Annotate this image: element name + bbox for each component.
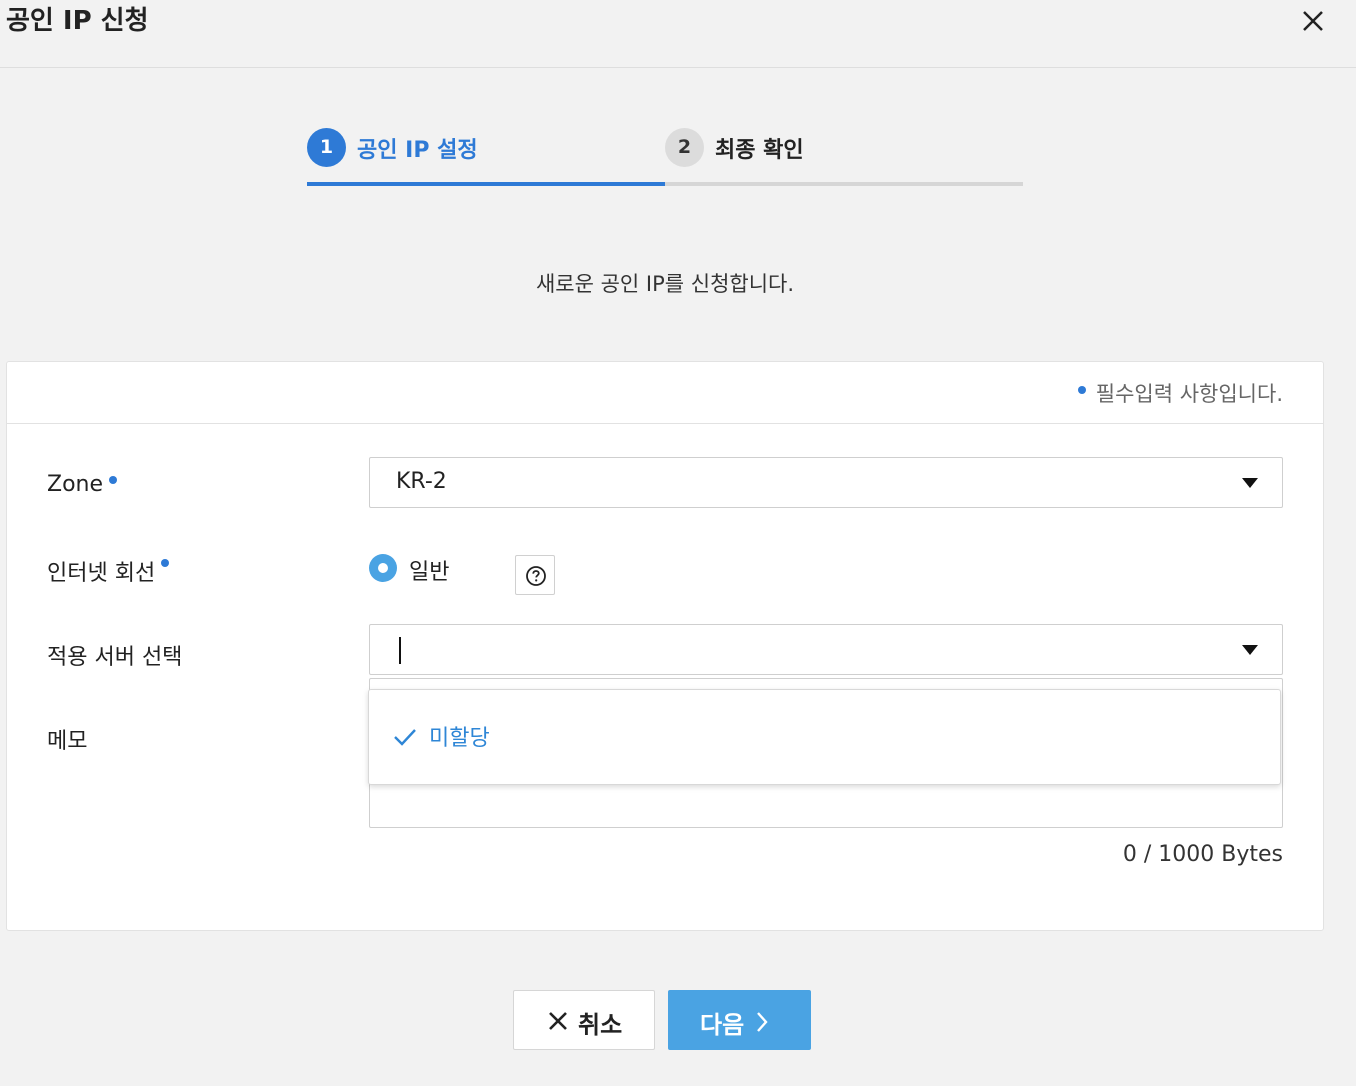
- next-button-label: 다음: [700, 1011, 745, 1039]
- intro-text: 새로운 공인 IP를 신청합니다.: [535, 272, 795, 296]
- zone-select-value: KR-2: [396, 469, 447, 494]
- chevron-right-icon: [757, 1012, 768, 1032]
- dropdown-option-label: 미할당: [429, 726, 490, 751]
- chevron-down-icon: [1242, 645, 1258, 655]
- required-dot-icon: [1077, 386, 1086, 394]
- step-2-label: 최종 확인: [715, 138, 804, 163]
- server-select[interactable]: [369, 624, 1283, 675]
- dialog-header: 공인 IP 신청: [0, 0, 1356, 68]
- chevron-down-icon: [1242, 478, 1258, 488]
- cancel-button-label: 취소: [578, 1011, 623, 1039]
- cancel-button[interactable]: 취소: [513, 990, 655, 1050]
- help-button[interactable]: [515, 555, 555, 595]
- check-icon: [394, 729, 416, 746]
- next-button[interactable]: 다음: [668, 990, 811, 1050]
- server-select-label: 적용 서버 선택: [47, 645, 183, 670]
- zone-label: Zone: [47, 472, 118, 497]
- zone-label-text: Zone: [47, 472, 104, 497]
- question-icon: [526, 566, 546, 586]
- step-1-number: 1: [307, 128, 346, 167]
- step-1: 1 공인 IP 설정: [307, 128, 665, 186]
- close-icon[interactable]: [1298, 6, 1328, 36]
- zone-required-dot-icon: [109, 476, 118, 484]
- step-indicator: 1 공인 IP 설정 2 최종 확인: [307, 128, 1023, 186]
- required-note: 필수입력 사항입니다.: [1077, 378, 1283, 408]
- text-cursor: [399, 637, 401, 664]
- form-panel: 필수입력 사항입니다. Zone KR-2 인터넷 회선 일반 적용 서버 선택…: [6, 361, 1324, 931]
- dialog-title: 공인 IP 신청: [6, 6, 149, 36]
- step-2-bar: [665, 182, 1023, 186]
- radio-selected-icon[interactable]: [369, 554, 397, 582]
- internet-line-label: 인터넷 회선: [47, 555, 170, 587]
- required-bar: 필수입력 사항입니다.: [7, 362, 1323, 424]
- internet-line-label-text: 인터넷 회선: [47, 561, 156, 586]
- step-2-number: 2: [665, 128, 704, 167]
- memo-byte-counter: 0 / 1000 Bytes: [1122, 842, 1283, 867]
- server-dropdown-menu: 미할당: [368, 689, 1281, 785]
- internet-line-option-label: 일반: [409, 560, 450, 585]
- step-1-label: 공인 IP 설정: [357, 138, 478, 163]
- required-note-text: 필수입력 사항입니다.: [1095, 382, 1283, 406]
- zone-select[interactable]: KR-2: [369, 457, 1283, 508]
- internet-line-required-dot-icon: [161, 559, 170, 567]
- memo-label: 메모: [47, 729, 88, 754]
- step-2: 2 최종 확인: [665, 128, 1023, 186]
- step-1-bar: [307, 182, 665, 186]
- close-icon: [549, 1012, 567, 1030]
